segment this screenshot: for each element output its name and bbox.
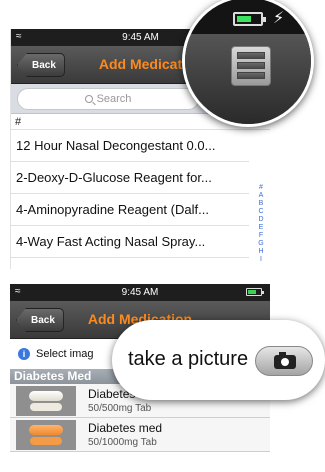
index-letter[interactable]: C xyxy=(256,208,266,216)
list-item[interactable]: 2-Deoxy-D-Glucose Reagent for... xyxy=(11,162,249,194)
info-text: Select imag xyxy=(36,348,94,360)
medication-name: Diabetes med xyxy=(88,421,163,435)
list-item[interactable]: 4-Aminopyradine Reagent (Dalf... xyxy=(11,194,249,226)
index-letter[interactable]: F xyxy=(256,232,266,240)
charging-bolt-icon: ⚡ xyxy=(273,10,285,27)
take-picture-label: take a picture xyxy=(128,348,249,370)
pill-icon xyxy=(29,390,63,401)
battery-icon xyxy=(246,288,264,296)
list-item[interactable]: 12 Hour Nasal Decongestant 0.0... xyxy=(11,130,249,162)
zoom-status-bar: ⚡ xyxy=(185,0,311,34)
camera-button[interactable] xyxy=(255,346,313,376)
medication-dose: 50/500mg Tab xyxy=(88,403,152,414)
search-icon xyxy=(84,95,93,103)
section-index[interactable]: # A B C D E F G H I xyxy=(256,184,266,264)
zoom-callout-camera: take a picture xyxy=(112,320,325,400)
search-placeholder: Search xyxy=(96,93,132,105)
index-letter[interactable]: H xyxy=(256,248,266,256)
status-time: 9:45 AM xyxy=(121,287,159,298)
list-item[interactable]: 4-Way Fast Acting Nasal Spray... xyxy=(11,226,249,258)
camera-icon xyxy=(274,352,296,369)
search-input[interactable]: Search xyxy=(17,88,199,110)
status-bar: ≈ 9:45 AM xyxy=(10,284,270,301)
barcode-scan-button[interactable] xyxy=(231,46,271,86)
info-icon: i xyxy=(18,348,30,360)
pill-thumbnail xyxy=(16,385,76,416)
index-letter[interactable]: A xyxy=(256,192,266,200)
index-letter[interactable]: # xyxy=(256,184,266,192)
index-letter[interactable]: G xyxy=(256,240,266,248)
battery-icon xyxy=(233,12,266,26)
pill-icon xyxy=(29,424,63,435)
index-letter[interactable]: I xyxy=(256,256,266,264)
pill-thumbnail xyxy=(16,419,76,450)
medication-row[interactable]: Diabetes med 50/1000mg Tab xyxy=(10,418,270,452)
index-letter[interactable]: E xyxy=(256,224,266,232)
index-letter[interactable]: D xyxy=(256,216,266,224)
index-letter[interactable]: B xyxy=(256,200,266,208)
medication-dose: 50/1000mg Tab xyxy=(88,437,157,448)
zoom-callout-barcode: ⚡ xyxy=(182,0,314,127)
